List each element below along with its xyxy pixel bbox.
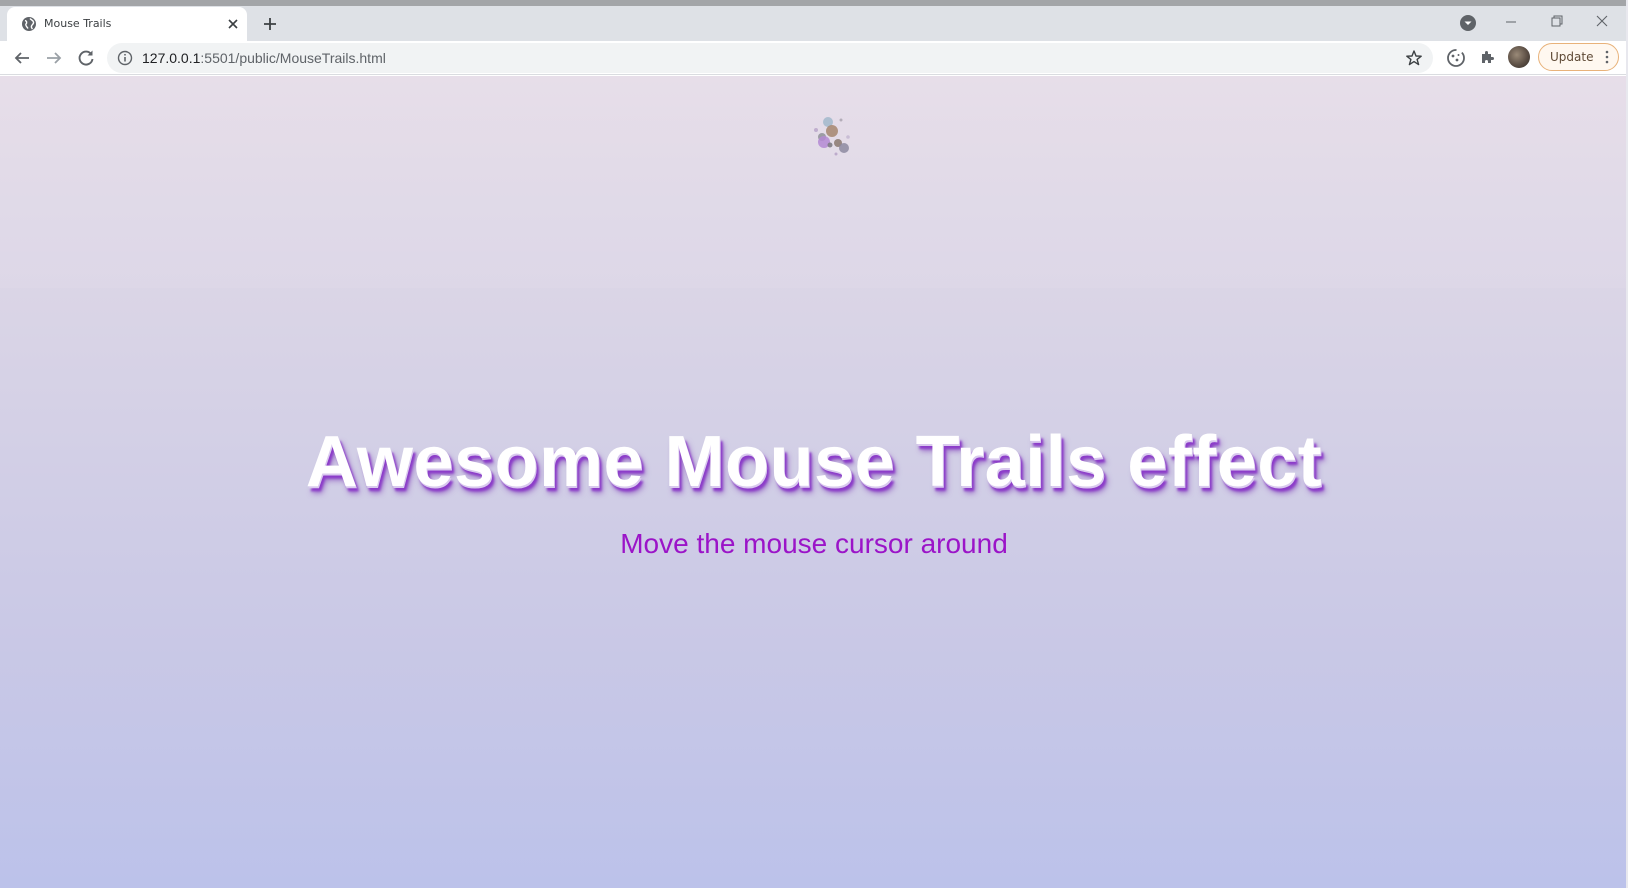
tab-title: Mouse Trails xyxy=(44,17,112,30)
tab-mouse-trails[interactable]: Mouse Trails xyxy=(7,7,247,41)
reload-icon[interactable] xyxy=(74,46,98,70)
profile-avatar[interactable] xyxy=(1508,46,1530,68)
mouse-trail-particles xyxy=(814,117,850,156)
browser-window: Mouse Trails 127.0.0.1:5501/public/Mouse… xyxy=(0,0,1628,888)
extensions-puzzle-icon[interactable] xyxy=(1479,48,1497,66)
cookie-extension-icon[interactable] xyxy=(1446,48,1466,68)
update-button-label: Update xyxy=(1550,50,1594,64)
url-host: 127.0.0.1 xyxy=(142,50,201,66)
tab-strip: Mouse Trails xyxy=(0,0,1628,41)
address-bar[interactable]: 127.0.0.1:5501/public/MouseTrails.html xyxy=(107,43,1433,73)
close-icon[interactable] xyxy=(225,16,241,32)
url-path: :5501/public/MouseTrails.html xyxy=(200,50,386,66)
update-button[interactable]: Update xyxy=(1538,43,1619,71)
background-band xyxy=(0,76,1628,288)
window-close-icon[interactable] xyxy=(1594,13,1610,29)
bookmark-star-icon[interactable] xyxy=(1405,49,1423,67)
minimize-icon[interactable] xyxy=(1503,14,1519,30)
browser-toolbar: 127.0.0.1:5501/public/MouseTrails.html U… xyxy=(0,41,1628,75)
new-tab-icon[interactable] xyxy=(259,13,281,35)
globe-icon xyxy=(22,17,36,31)
url-text[interactable]: 127.0.0.1:5501/public/MouseTrails.html xyxy=(142,50,386,66)
back-arrow-icon[interactable] xyxy=(10,46,34,70)
page-viewport[interactable]: Awesome Mouse Trails effect Move the mou… xyxy=(0,76,1628,888)
restore-icon[interactable] xyxy=(1549,13,1565,29)
page-headline: Awesome Mouse Trails effect xyxy=(305,422,1323,502)
forward-arrow-icon[interactable] xyxy=(42,46,66,70)
more-vertical-icon[interactable] xyxy=(1605,50,1609,64)
tab-search-icon[interactable] xyxy=(1459,14,1477,32)
page-subline: Move the mouse cursor around xyxy=(620,528,1008,559)
info-icon[interactable] xyxy=(117,50,133,66)
